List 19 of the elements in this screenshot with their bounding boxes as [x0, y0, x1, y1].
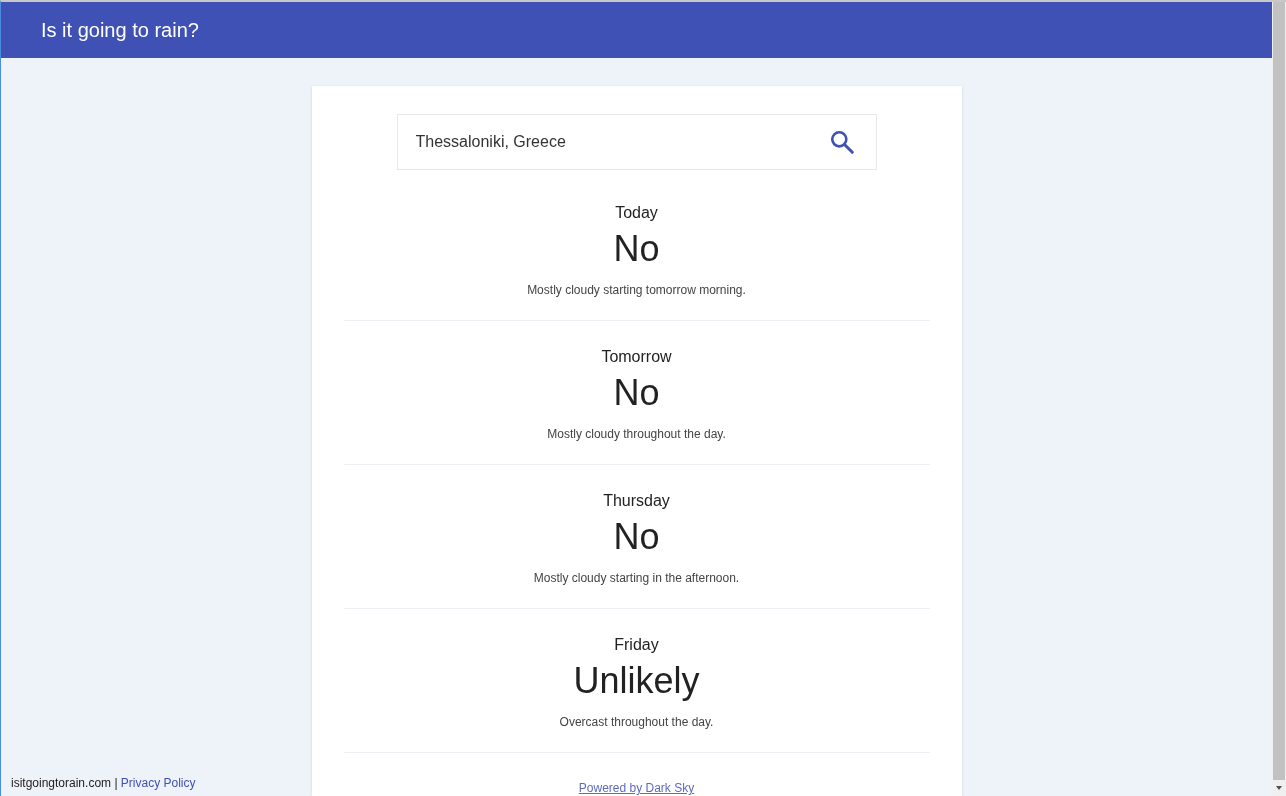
rain-answer: Unlikely	[573, 660, 700, 701]
weather-summary: Mostly cloudy starting in the afternoon.	[533, 571, 740, 585]
rain-answer: No	[613, 372, 660, 413]
weather-summary: Mostly cloudy throughout the day.	[547, 427, 726, 441]
day-label: Friday	[614, 636, 659, 653]
search-field[interactable]: Thessaloniki, Greece	[396, 114, 877, 170]
rain-answer: No	[613, 516, 660, 557]
weather-summary: Mostly cloudy starting tomorrow morning.	[527, 283, 746, 297]
app-title: Is it going to rain?	[41, 18, 199, 43]
day-label: Thursday	[603, 492, 670, 509]
credit-link[interactable]: Powered by Dark Sky	[343, 779, 930, 796]
day-label: Today	[615, 204, 658, 221]
privacy-link[interactable]: Privacy Policy	[120, 776, 196, 790]
search-icon[interactable]	[828, 129, 855, 155]
scrollbar[interactable]	[1272, 2, 1286, 796]
footer-text: isitgoingtorain.com | Privacy Policy	[11, 775, 196, 792]
weather-summary: Overcast throughout the day.	[559, 715, 714, 729]
day-label: Tomorrow	[601, 348, 672, 365]
rain-answer: No	[613, 228, 660, 269]
